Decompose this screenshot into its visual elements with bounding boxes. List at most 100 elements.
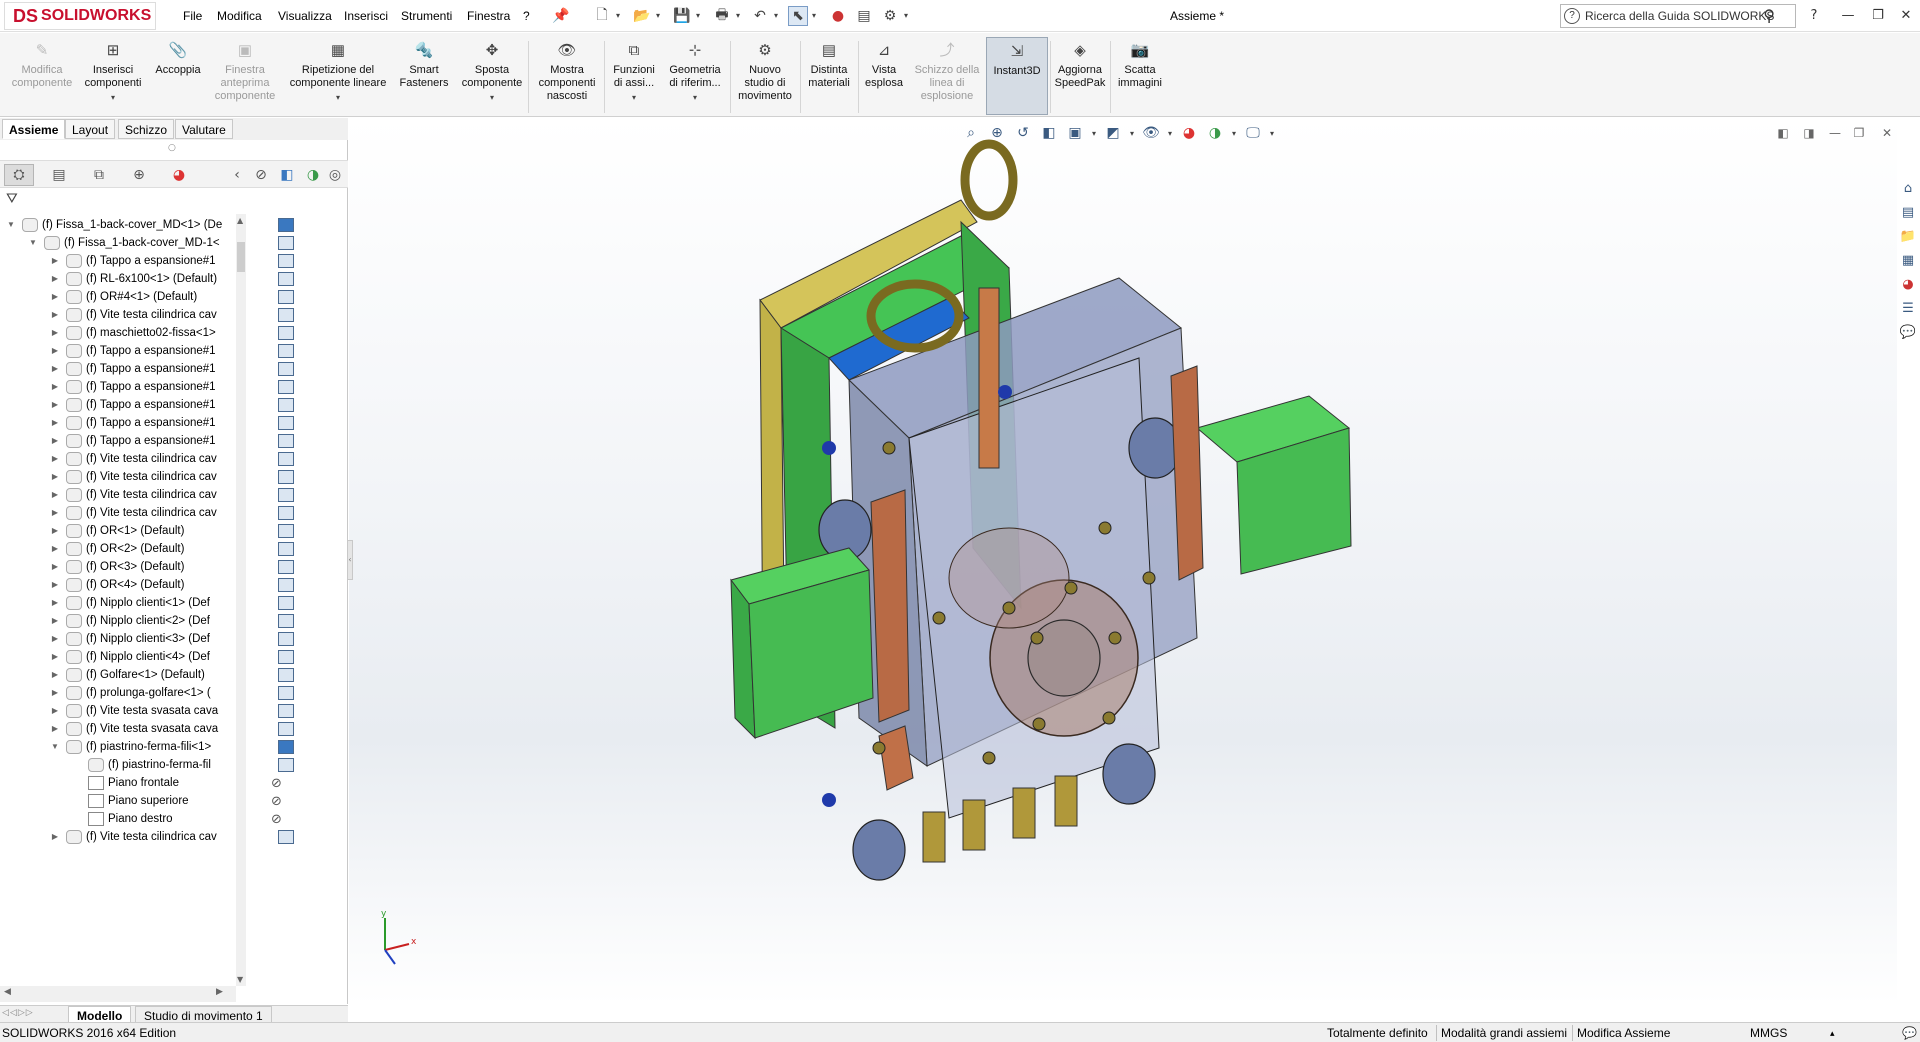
search-icon[interactable]: ⚲ xyxy=(1763,6,1775,28)
close-button[interactable]: ✕ xyxy=(1894,4,1918,28)
ribbon-finestra-anteprima[interactable]: ▣ Finestra anteprima componente xyxy=(206,37,284,115)
display-state-icon[interactable] xyxy=(278,218,294,232)
display-state-icon[interactable] xyxy=(278,380,294,394)
display-state-icon[interactable] xyxy=(278,290,294,304)
featuremanager-tree-icon[interactable]: ⛭ xyxy=(4,164,34,186)
display-state-icon[interactable] xyxy=(278,614,294,628)
ribbon-smart-fasteners[interactable]: 🔩 Smart Fasteners xyxy=(394,37,454,115)
display-state-icon[interactable] xyxy=(278,596,294,610)
hide-show-items-icon[interactable]: 👁 xyxy=(1140,122,1162,144)
options-icon[interactable]: ⚙ xyxy=(880,6,900,26)
tree-horizontal-scrollbar[interactable]: ◀ ▶ xyxy=(0,986,236,1002)
help-search-input[interactable]: ? Ricerca della Guida SOLIDWORKS ⚲ xyxy=(1560,4,1796,28)
hide-show-dropdown-icon[interactable]: ▾ xyxy=(1166,122,1174,144)
menu-visualizza[interactable]: Visualizza xyxy=(275,0,335,32)
transparency-icon[interactable]: ◎ xyxy=(320,164,350,186)
display-state-icon[interactable] xyxy=(278,722,294,736)
ribbon-nuovo-studio-movimento[interactable]: ⚙ Nuovo studio di movimento xyxy=(732,37,798,115)
ribbon-distinta-materiali[interactable]: ▤ Distinta materiali xyxy=(802,37,856,115)
view-settings-dropdown-icon[interactable]: ▾ xyxy=(1268,122,1276,144)
filter-icon[interactable]: ⛛ xyxy=(6,191,18,207)
select-dropdown-icon[interactable]: ▾ xyxy=(812,6,822,26)
display-state-icon[interactable] xyxy=(278,632,294,646)
options-dropdown-icon[interactable]: ▾ xyxy=(904,6,914,26)
dropdown-arrow-icon[interactable]: ▾ xyxy=(111,91,115,104)
display-state-icon[interactable] xyxy=(278,434,294,448)
display-state-icon[interactable] xyxy=(278,236,294,250)
display-state-icon[interactable] xyxy=(278,452,294,466)
expand-arrow-icon[interactable]: ▶ xyxy=(50,826,60,848)
display-state-icon[interactable] xyxy=(278,470,294,484)
ribbon-instant3d[interactable]: ⇲ Instant3D xyxy=(986,37,1048,115)
tab-valutare[interactable]: Valutare xyxy=(175,119,233,139)
graphics-area[interactable]: y x xyxy=(349,118,1897,1004)
file-explorer-icon[interactable]: 📁 xyxy=(1898,226,1918,246)
display-state-icon[interactable] xyxy=(278,542,294,556)
ribbon-geometria-riferimento[interactable]: ⊹ Geometria di riferim... ▾ xyxy=(662,37,728,115)
print-icon[interactable]: 🖶 xyxy=(712,6,732,26)
display-state-icon[interactable] xyxy=(278,758,294,772)
menu-inserisci[interactable]: Inserisci xyxy=(341,0,391,32)
scroll-up-icon[interactable]: ▲ xyxy=(237,216,243,225)
ribbon-inserisci-componenti[interactable]: ⊞ Inserisci componenti ▾ xyxy=(78,37,148,115)
view-settings-icon[interactable]: 🖵 xyxy=(1242,122,1264,144)
ribbon-ripetizione-lineare[interactable]: ▦ Ripetizione del componente lineare ▾ xyxy=(284,37,392,115)
menu-strumenti[interactable]: Strumenti xyxy=(398,0,455,32)
display-style-dropdown-icon[interactable]: ▾ xyxy=(1128,122,1136,144)
ribbon-modifica-componente[interactable]: ✎ Modifica componente xyxy=(6,37,78,115)
dynamic-annotation-icon[interactable]: ▣ xyxy=(1064,122,1086,144)
pin-icon[interactable]: 📌 xyxy=(551,6,571,26)
panel-splitter-handle[interactable]: ○ xyxy=(168,143,176,153)
menu-finestra[interactable]: Finestra xyxy=(464,0,513,32)
assembly-model[interactable]: y x xyxy=(349,118,1897,1004)
propertymanager-icon[interactable]: ▤ xyxy=(44,164,74,186)
tree-vertical-scrollbar[interactable]: ▲ ▼ xyxy=(236,214,246,986)
custom-properties-icon[interactable]: ☰ xyxy=(1898,298,1918,318)
new-dropdown-icon[interactable]: ▾ xyxy=(616,6,626,26)
hidden-state-icon[interactable]: ⊘ xyxy=(271,776,282,791)
scroll-left-icon[interactable]: ◀ xyxy=(4,987,11,997)
section-view-icon[interactable]: ◧ xyxy=(1038,122,1060,144)
display-state-icon[interactable] xyxy=(278,740,294,754)
panel-collapse-handle[interactable]: ‹ xyxy=(347,540,353,580)
display-state-icon[interactable] xyxy=(278,308,294,322)
ribbon-funzioni-assieme[interactable]: ⧉ Funzioni di assi... ▾ xyxy=(608,37,660,115)
tab-nav-arrows-icon[interactable]: ◁◁▷▷ xyxy=(2,1008,34,1018)
ribbon-scatta-immagini[interactable]: 📷 Scatta immagini xyxy=(1112,37,1168,115)
scroll-right-icon[interactable]: ▶ xyxy=(216,987,223,997)
display-state-icon[interactable] xyxy=(278,362,294,376)
hidden-state-icon[interactable]: ⊘ xyxy=(271,812,282,827)
viewport-close-icon[interactable]: ✕ xyxy=(1876,122,1898,144)
display-state-icon[interactable] xyxy=(278,578,294,592)
configurationmanager-icon[interactable]: ⧉ xyxy=(84,164,114,186)
traffic-light-icon[interactable]: ● xyxy=(828,6,848,26)
dropdown-arrow-icon[interactable]: ▾ xyxy=(632,91,636,104)
hidden-state-icon[interactable]: ⊘ xyxy=(271,794,282,809)
menu-modifica[interactable]: Modifica xyxy=(214,0,265,32)
displaymanager-icon[interactable]: ◕ xyxy=(164,164,194,186)
display-state-icon[interactable] xyxy=(278,704,294,718)
tab-layout[interactable]: Layout xyxy=(65,119,116,139)
undo-dropdown-icon[interactable]: ▾ xyxy=(774,6,784,26)
edit-appearance-icon[interactable]: ◕ xyxy=(1178,122,1200,144)
undo-icon[interactable]: ↶ xyxy=(750,6,770,26)
tab-assieme[interactable]: Assieme xyxy=(2,119,66,139)
restore-button[interactable]: ❐ xyxy=(1866,4,1890,28)
scroll-down-icon[interactable]: ▼ xyxy=(237,975,243,984)
display-state-icon[interactable] xyxy=(278,398,294,412)
tab-schizzo[interactable]: Schizzo xyxy=(118,119,175,139)
select-icon[interactable]: ⬉ xyxy=(788,6,808,26)
display-state-icon[interactable] xyxy=(278,416,294,430)
scene-dropdown-icon[interactable]: ▾ xyxy=(1230,122,1238,144)
minimize-button[interactable]: — xyxy=(1836,4,1860,28)
solidworks-resources-icon[interactable]: ⌂ xyxy=(1898,178,1918,198)
view-palette-icon[interactable]: ▦ xyxy=(1898,250,1918,270)
menu-help[interactable]: ? xyxy=(520,0,533,32)
viewport-tile-left-icon[interactable]: ◧ xyxy=(1772,122,1794,144)
open-dropdown-icon[interactable]: ▾ xyxy=(656,6,666,26)
dimxpertmanager-icon[interactable]: ⊕ xyxy=(124,164,154,186)
previous-view-icon[interactable]: ↺ xyxy=(1012,122,1034,144)
help-button[interactable]: ? xyxy=(1802,4,1826,28)
display-state-icon[interactable] xyxy=(278,524,294,538)
menu-file[interactable]: File xyxy=(180,0,205,32)
